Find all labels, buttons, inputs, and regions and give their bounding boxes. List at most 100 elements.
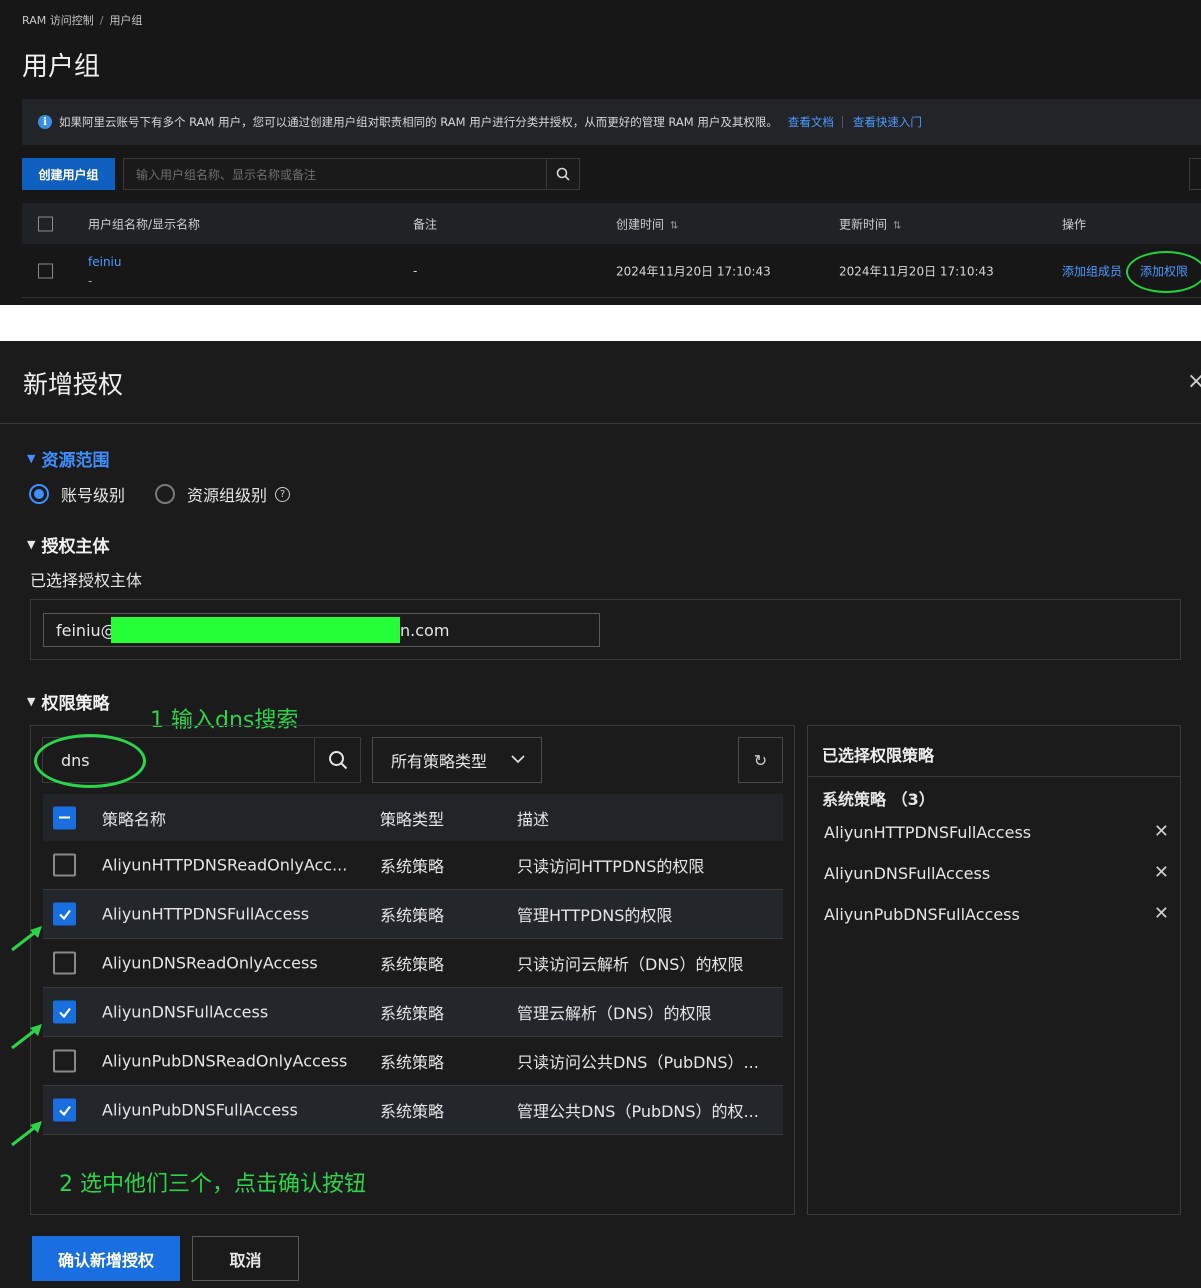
radio-account-level[interactable] xyxy=(29,484,49,504)
section-principal[interactable]: ▼ 授权主体 xyxy=(27,532,109,557)
group-display-name: - xyxy=(88,274,93,288)
search-button[interactable] xyxy=(546,158,580,190)
annotation-arrow-icon xyxy=(11,1024,42,1050)
policy-desc: 管理公共DNS（PubDNS）的权... xyxy=(517,1102,759,1121)
add-member-link[interactable]: 添加组成员 xyxy=(1062,262,1122,279)
breadcrumb: RAM 访问控制 / 用户组 xyxy=(22,12,142,28)
principal-suffix: n.com xyxy=(400,620,450,640)
policy-name: AliyunPubDNSReadOnlyAccess xyxy=(102,1051,348,1071)
col-actions: 操作 xyxy=(1062,217,1087,231)
highlight-circle xyxy=(34,734,146,788)
sort-icon[interactable]: ⇅ xyxy=(893,220,901,231)
table-row: feiniu - - 2024年11月20日 17:10:43 2024年11月… xyxy=(22,244,1201,298)
col-updated[interactable]: 更新时间 ⇅ xyxy=(839,215,901,232)
annotation-step2: 2 选中他们三个，点击确认按钮 xyxy=(59,1172,366,1197)
policy-type: 系统策略 xyxy=(380,1004,445,1023)
row-checkbox[interactable] xyxy=(38,263,53,278)
policy-name: AliyunPubDNSFullAccess xyxy=(102,1100,298,1120)
remove-icon[interactable]: ✕ xyxy=(1154,821,1169,842)
principal-tag[interactable]: feiniu@ n.com xyxy=(43,613,600,647)
col-created[interactable]: 创建时间 ⇅ xyxy=(616,215,678,232)
view-docs-link[interactable]: 查看文档 xyxy=(788,114,834,130)
selected-policy-item: AliyunDNSFullAccess ✕ xyxy=(824,862,1169,883)
col-policy-name: 策略名称 xyxy=(102,809,167,829)
add-permission-dialog: 新增授权 × ▼ 资源范围 账号级别 资源组级别 ? ▼ 授权主体 已选择授权主… xyxy=(0,341,1201,1288)
selected-policies-panel: 已选择权限策略 系统策略 （3） AliyunHTTPDNSFullAccess… xyxy=(807,725,1181,1215)
check-icon xyxy=(58,1105,71,1116)
selected-policy-name: AliyunDNSFullAccess xyxy=(824,864,991,883)
confirm-button[interactable]: 确认新增授权 xyxy=(32,1236,180,1281)
notice-text: 如果阿里云账号下有多个 RAM 用户，您可以通过创建用户组对职责相同的 RAM … xyxy=(59,115,778,129)
row-checkbox[interactable] xyxy=(53,1049,76,1073)
group-remark: - xyxy=(413,263,418,278)
section-label: 授权主体 xyxy=(41,537,110,557)
user-group-search-input[interactable]: 输入用户组名称、显示名称或备注 xyxy=(123,158,547,190)
policy-row[interactable]: AliyunDNSFullAccess 系统策略 管理云解析（DNS）的权限 xyxy=(43,988,783,1037)
policy-type-select[interactable]: 所有策略类型 xyxy=(372,737,542,783)
search-icon xyxy=(328,751,347,770)
section-label: 权限策略 xyxy=(41,694,110,714)
policy-name: AliyunDNSFullAccess xyxy=(102,1002,269,1022)
check-icon xyxy=(58,909,71,920)
row-checkbox[interactable] xyxy=(53,1000,76,1024)
principal-box: feiniu@ n.com xyxy=(30,599,1181,660)
resource-scope-radio-group: 账号级别 资源组级别 ? xyxy=(29,482,291,506)
create-user-group-button[interactable]: 创建用户组 xyxy=(22,158,115,190)
section-policy[interactable]: ▼ 权限策略 xyxy=(27,689,109,714)
info-notice: i 如果阿里云账号下有多个 RAM 用户，您可以通过创建用户组对职责相同的 RA… xyxy=(22,99,1201,145)
sort-icon[interactable]: ⇅ xyxy=(670,220,678,231)
policy-name: AliyunHTTPDNSFullAccess xyxy=(102,904,310,924)
col-created-label: 创建时间 xyxy=(616,217,665,231)
caret-down-icon: ▼ xyxy=(27,452,36,465)
row-checkbox[interactable] xyxy=(53,1098,76,1122)
divider xyxy=(0,423,1201,424)
breadcrumb-separator: / xyxy=(99,14,104,27)
row-checkbox[interactable] xyxy=(53,951,76,975)
selected-group-label: 系统策略 （3） xyxy=(822,790,935,809)
breadcrumb-user-group: 用户组 xyxy=(109,14,143,27)
selected-policy-item: AliyunPubDNSFullAccess ✕ xyxy=(824,903,1169,924)
radio-resource-group-level[interactable] xyxy=(155,484,176,504)
principal-prefix: feiniu@ xyxy=(56,620,117,640)
policy-row[interactable]: AliyunHTTPDNSFullAccess 系统策略 管理HTTPDNS的权… xyxy=(43,890,783,939)
select-all-checkbox[interactable] xyxy=(38,216,53,231)
policy-desc: 管理云解析（DNS）的权限 xyxy=(517,1004,712,1023)
caret-down-icon: ▼ xyxy=(27,538,36,551)
help-icon[interactable]: ? xyxy=(275,486,291,502)
selected-policy-name: AliyunHTTPDNSFullAccess xyxy=(824,823,1032,842)
select-all-checkbox[interactable] xyxy=(53,806,76,829)
section-resource-scope[interactable]: ▼ 资源范围 xyxy=(27,446,109,471)
remove-icon[interactable]: ✕ xyxy=(1154,903,1169,924)
col-remark: 备注 xyxy=(413,217,438,231)
policy-type: 系统策略 xyxy=(380,1053,445,1072)
policy-type: 系统策略 xyxy=(380,857,445,876)
highlight-circle xyxy=(1126,251,1201,293)
annotation-arrow-icon xyxy=(11,1121,42,1147)
policy-row[interactable]: AliyunHTTPDNSReadOnlyAcc... 系统策略 只读访问HTT… xyxy=(43,841,783,890)
section-label: 资源范围 xyxy=(41,451,110,471)
table-header: 用户组名称/显示名称 备注 创建时间 ⇅ 更新时间 ⇅ 操作 xyxy=(22,203,1201,244)
cancel-button[interactable]: 取消 xyxy=(192,1236,299,1281)
row-checkbox[interactable] xyxy=(53,853,76,877)
info-icon: i xyxy=(38,115,52,129)
remove-icon[interactable]: ✕ xyxy=(1154,862,1169,883)
policy-row[interactable]: AliyunPubDNSFullAccess 系统策略 管理公共DNS（PubD… xyxy=(43,1086,783,1135)
policy-row[interactable]: AliyunPubDNSReadOnlyAccess 系统策略 只读访问公共DN… xyxy=(43,1037,783,1086)
radio-label: 账号级别 xyxy=(61,486,126,505)
group-name-link[interactable]: feiniu xyxy=(88,255,122,269)
policy-type: 系统策略 xyxy=(380,1102,445,1121)
selected-principal-label: 已选择授权主体 xyxy=(30,571,143,590)
toolbar-extra-button[interactable] xyxy=(1189,158,1201,190)
row-checkbox[interactable] xyxy=(53,902,76,926)
policy-row[interactable]: AliyunDNSReadOnlyAccess 系统策略 只读访问云解析（DNS… xyxy=(43,939,783,988)
refresh-button[interactable]: ↻ xyxy=(738,737,783,783)
close-icon[interactable]: × xyxy=(1187,369,1201,394)
annotation-arrow-icon xyxy=(11,926,42,952)
quick-start-link[interactable]: 查看快速入门 xyxy=(853,114,922,130)
breadcrumb-ram[interactable]: RAM 访问控制 xyxy=(22,14,94,27)
dialog-title: 新增授权 xyxy=(23,370,124,399)
policy-search-button[interactable] xyxy=(314,737,361,783)
user-group-page: RAM 访问控制 / 用户组 用户组 i 如果阿里云账号下有多个 RAM 用户，您可… xyxy=(0,0,1201,305)
col-policy-type: 策略类型 xyxy=(380,809,445,829)
link-divider xyxy=(841,116,843,128)
